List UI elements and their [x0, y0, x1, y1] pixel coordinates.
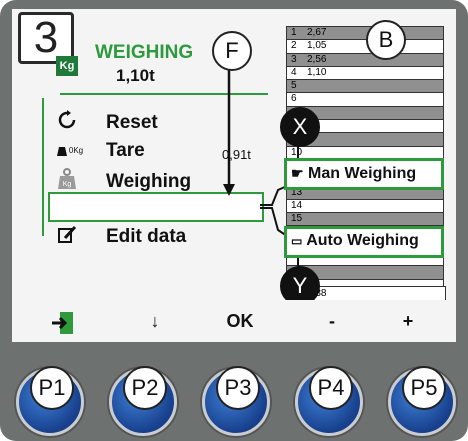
- man-weighing-popup[interactable]: ☛ Man Weighing: [284, 158, 444, 190]
- hardware-label-p1: P1: [30, 366, 74, 410]
- auto-icon: ▭: [291, 234, 303, 248]
- arrow-f-head: [223, 184, 235, 196]
- hand-icon: ☛: [291, 165, 304, 181]
- exit-door-icon[interactable]: [38, 310, 88, 341]
- softkey-ok[interactable]: OK: [215, 311, 265, 332]
- man-weighing-label: Man Weighing: [308, 165, 417, 182]
- auto-weighing-popup[interactable]: ▭ Auto Weighing: [284, 226, 444, 258]
- hardware-label-p2: P2: [123, 366, 167, 410]
- softkey-minus[interactable]: -: [312, 311, 352, 332]
- softkey-plus[interactable]: +: [388, 311, 428, 332]
- softkey-down[interactable]: ↓: [135, 311, 175, 332]
- callout-x: X: [280, 107, 320, 147]
- hardware-label-p3: P3: [216, 366, 260, 410]
- callout-f: F: [212, 31, 252, 71]
- callout-b: B: [366, 20, 406, 60]
- auto-weighing-label: Auto Weighing: [306, 232, 419, 249]
- arrow-to-auto: [260, 207, 288, 237]
- hardware-label-p4: P4: [309, 366, 353, 410]
- arrow-to-man: [260, 185, 288, 206]
- hardware-label-p5: P5: [402, 366, 446, 410]
